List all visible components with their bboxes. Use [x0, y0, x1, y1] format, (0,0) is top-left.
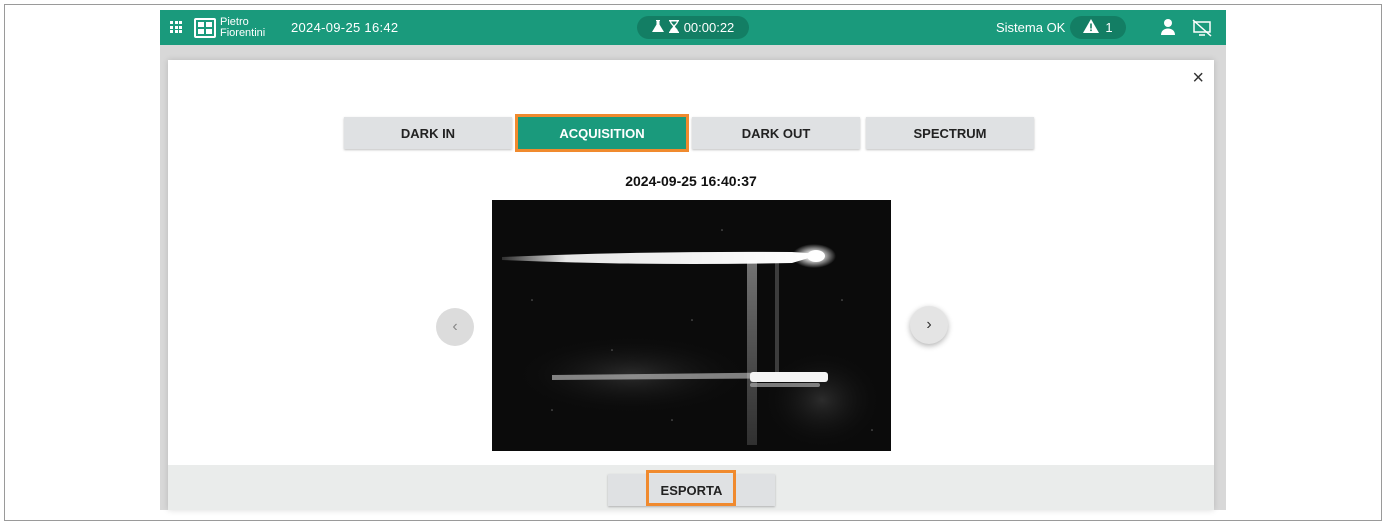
- hourglass-icon: [668, 19, 679, 36]
- acquisition-image: [492, 200, 891, 451]
- current-datetime: 2024-09-25 16:42: [291, 20, 399, 35]
- logo-text: Pietro Fiorentini: [220, 17, 265, 39]
- system-status: Sistema OK: [996, 20, 1066, 35]
- capture-timestamp: 2024-09-25 16:40:37: [625, 173, 757, 189]
- grid-icon[interactable]: [170, 21, 182, 33]
- spectrum-image-icon: [492, 200, 891, 451]
- acquisition-timer: 00:00:22: [637, 16, 749, 39]
- timer-value: 00:00:22: [683, 20, 735, 35]
- previous-image-button[interactable]: ‹: [436, 308, 474, 346]
- close-button[interactable]: ×: [1192, 68, 1204, 88]
- alert-count: 1: [1105, 20, 1113, 35]
- acquisition-dialog: × DARK IN ACQUISITION DARK OUT SPECTRUM …: [168, 60, 1214, 510]
- logo-mark-icon: [194, 18, 216, 38]
- tab-dark-in[interactable]: DARK IN: [344, 117, 512, 149]
- screen-off-icon[interactable]: [1192, 19, 1212, 37]
- next-image-button[interactable]: ›: [910, 306, 948, 344]
- logo-line-2: Fiorentini: [220, 27, 266, 39]
- user-icon[interactable]: [1159, 18, 1177, 36]
- tab-dark-out[interactable]: DARK OUT: [692, 117, 860, 149]
- flask-icon: [651, 19, 664, 36]
- brand-logo: Pietro Fiorentini: [194, 17, 265, 39]
- warning-icon: [1083, 19, 1100, 36]
- export-highlight: [646, 470, 736, 506]
- tab-spectrum[interactable]: SPECTRUM: [866, 117, 1034, 149]
- tab-acquisition[interactable]: ACQUISITION: [515, 114, 689, 152]
- alerts-button[interactable]: 1: [1070, 16, 1126, 39]
- top-bar: Pietro Fiorentini 2024-09-25 16:42 00:00…: [160, 10, 1226, 45]
- tab-bar: DARK IN ACQUISITION DARK OUT SPECTRUM: [344, 114, 1040, 152]
- export-button[interactable]: ESPORTA: [608, 470, 775, 506]
